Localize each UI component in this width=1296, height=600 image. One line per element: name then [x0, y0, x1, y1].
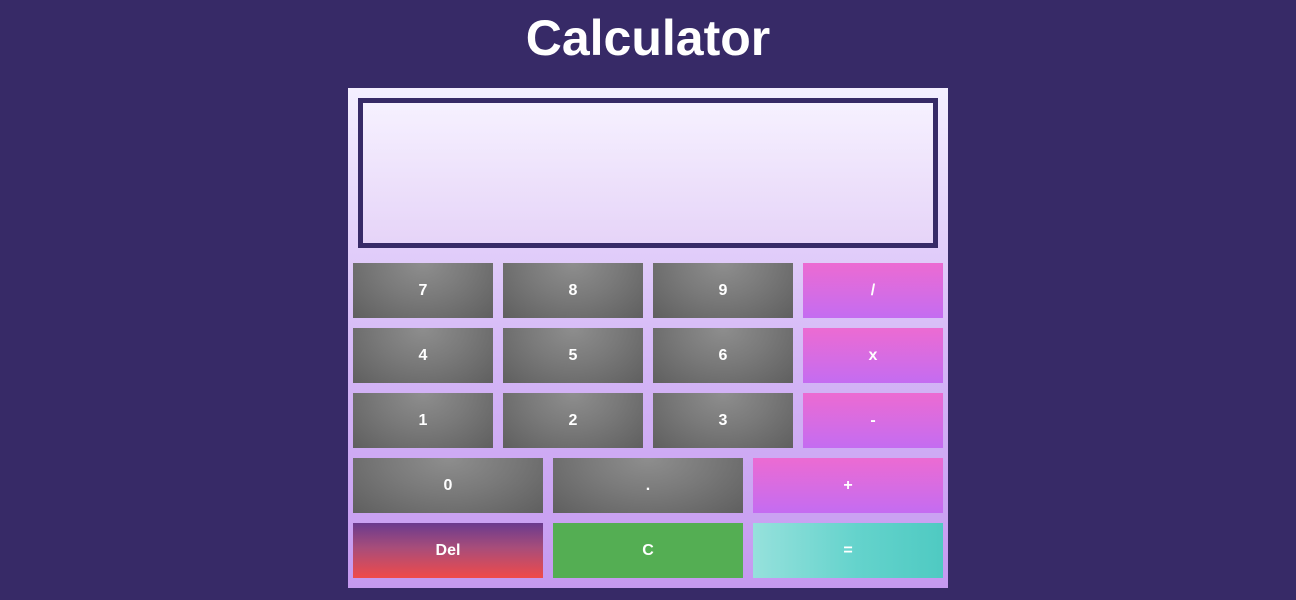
calculator: 7 8 9 / 4 5 6 x 1 2 3 - 0 . + Del C = — [348, 88, 948, 588]
key-8[interactable]: 8 — [503, 263, 643, 318]
multiply-button[interactable]: x — [803, 328, 943, 383]
key-1[interactable]: 1 — [353, 393, 493, 448]
calculator-display[interactable] — [358, 98, 938, 248]
key-5[interactable]: 5 — [503, 328, 643, 383]
key-3[interactable]: 3 — [653, 393, 793, 448]
key-2[interactable]: 2 — [503, 393, 643, 448]
divide-button[interactable]: / — [803, 263, 943, 318]
clear-button[interactable]: C — [553, 523, 743, 578]
key-0[interactable]: 0 — [353, 458, 543, 513]
subtract-button[interactable]: - — [803, 393, 943, 448]
delete-button[interactable]: Del — [353, 523, 543, 578]
key-6[interactable]: 6 — [653, 328, 793, 383]
key-9[interactable]: 9 — [653, 263, 793, 318]
decimal-button[interactable]: . — [553, 458, 743, 513]
key-4[interactable]: 4 — [353, 328, 493, 383]
equals-button[interactable]: = — [753, 523, 943, 578]
key-7[interactable]: 7 — [353, 263, 493, 318]
add-button[interactable]: + — [753, 458, 943, 513]
page-title: Calculator — [525, 10, 771, 66]
